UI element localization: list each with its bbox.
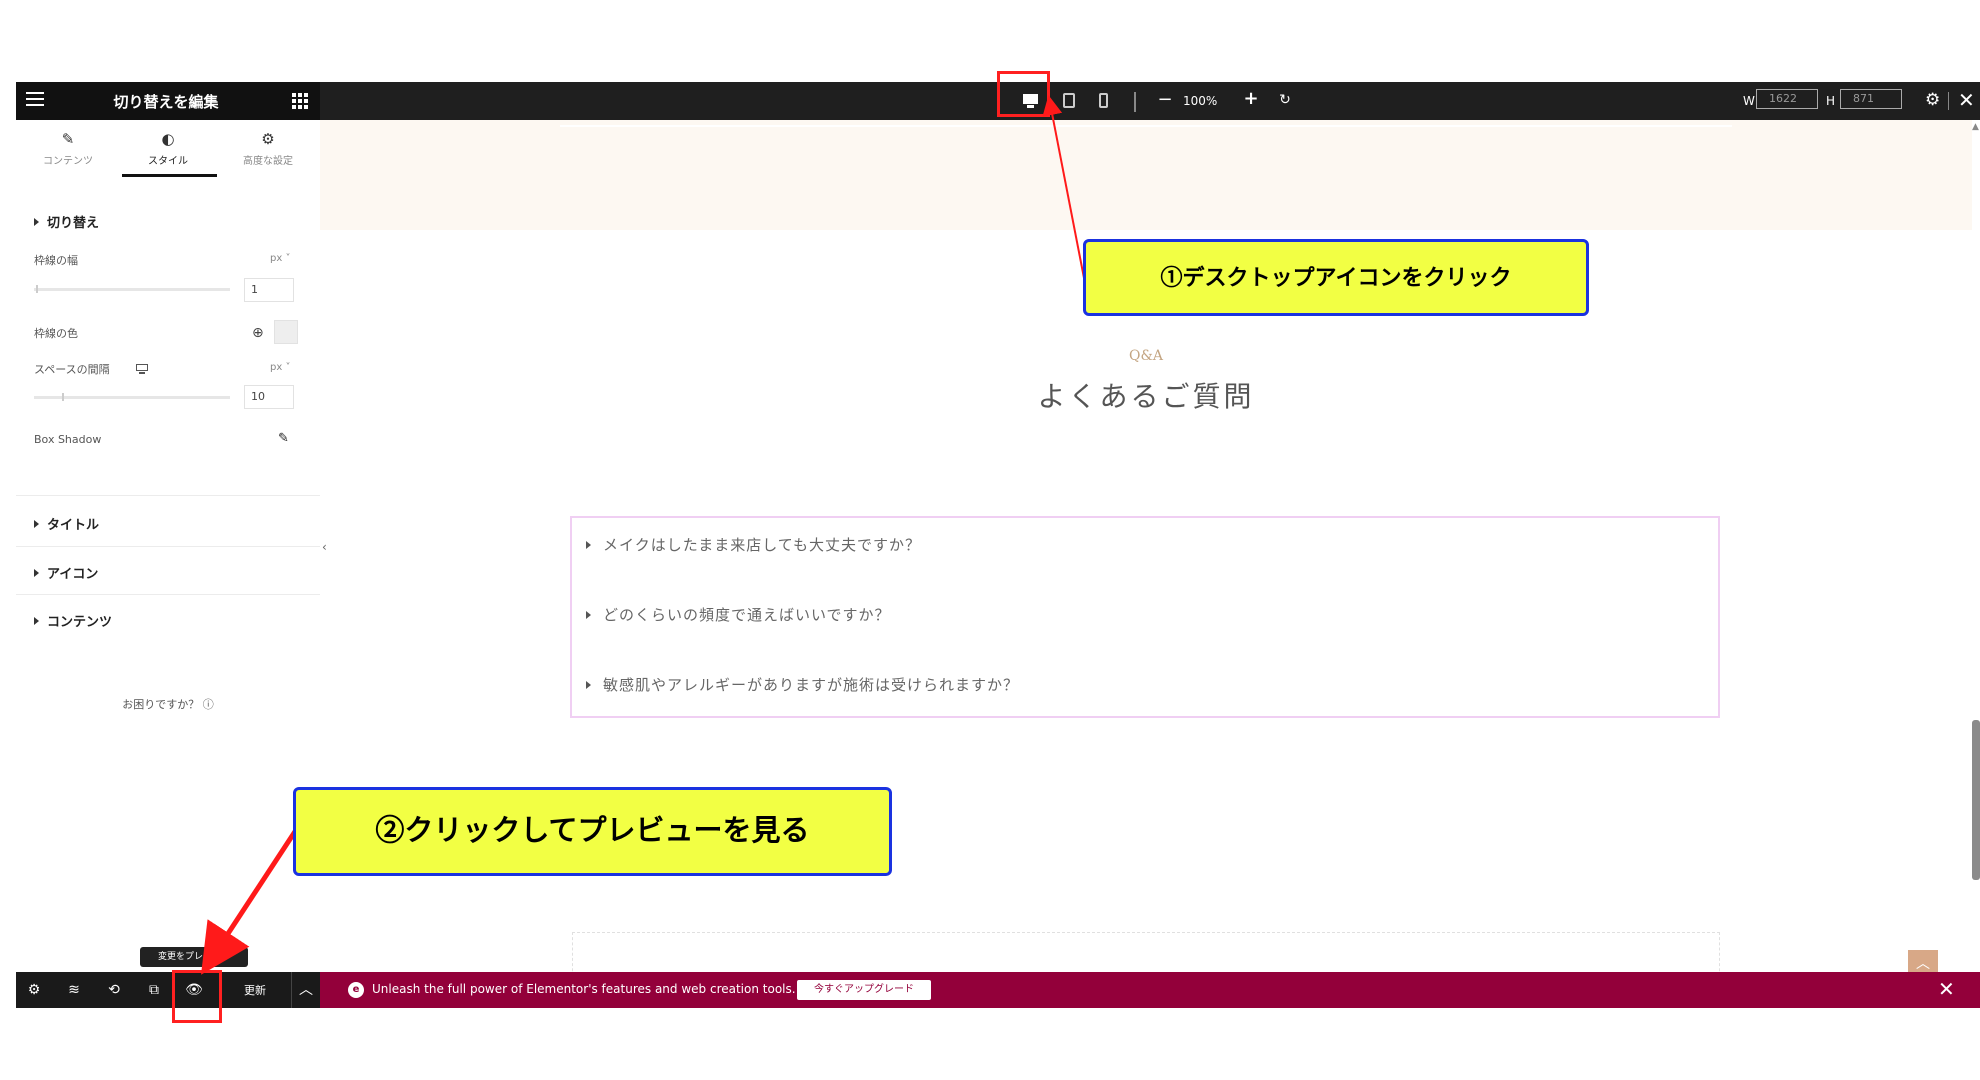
caret-icon bbox=[34, 617, 39, 625]
qa-kicker: Q&A bbox=[1128, 348, 1164, 364]
section-label: 切り替え bbox=[47, 216, 100, 231]
section-label: アイコン bbox=[47, 567, 99, 582]
caret-icon bbox=[586, 611, 591, 619]
width-label: W bbox=[1743, 94, 1755, 108]
divider bbox=[560, 125, 1732, 127]
faq-question: 敏感肌やアレルギーがありますが施術は受けられますか？ bbox=[603, 676, 1020, 694]
globe-icon[interactable]: ⊕ bbox=[252, 325, 264, 341]
promo-banner: e Unleash the full power of Elementor's … bbox=[320, 972, 1980, 1008]
update-button[interactable]: 更新 bbox=[244, 982, 266, 998]
history-icon[interactable]: ⟲ bbox=[104, 980, 124, 1000]
height-input[interactable]: 871 bbox=[1840, 89, 1902, 109]
navigator-icon[interactable]: ≋ bbox=[64, 980, 84, 1000]
border-width-label: 枠線の幅 bbox=[34, 254, 78, 267]
editor-panel: ✎ コンテンツ ◐ スタイル ⚙ 高度な設定 切り替え 枠線の幅 px ˅ 1 … bbox=[16, 120, 320, 972]
close-banner-icon[interactable]: ✕ bbox=[1938, 977, 1955, 1001]
preview-icon-highlight bbox=[172, 970, 222, 1023]
tab-advanced[interactable]: ⚙ 高度な設定 bbox=[218, 130, 318, 167]
caret-icon bbox=[34, 520, 39, 528]
section-title[interactable]: タイトル bbox=[34, 514, 99, 533]
tab-content[interactable]: ✎ コンテンツ bbox=[18, 130, 118, 167]
zoom-level: 100% bbox=[1183, 94, 1218, 108]
settings-icon[interactable]: ⚙ bbox=[24, 980, 44, 1000]
section-label: コンテンツ bbox=[47, 615, 113, 630]
mobile-icon[interactable] bbox=[1094, 91, 1114, 111]
footer-divider bbox=[291, 972, 292, 1008]
section-icon[interactable]: アイコン bbox=[34, 563, 98, 582]
box-shadow-label: Box Shadow bbox=[34, 433, 102, 446]
caret-icon bbox=[34, 569, 39, 577]
panel-footer: ⚙ ≋ ⟲ ⧉ 👁 更新 ︿ bbox=[16, 972, 320, 1008]
callout-preview: ②クリックしてプレビューを見る bbox=[293, 787, 892, 876]
toolbar-divider bbox=[1948, 92, 1949, 110]
caret-icon bbox=[586, 541, 591, 549]
spacing-slider[interactable] bbox=[34, 393, 230, 401]
faq-item[interactable]: メイクはしたまま来店しても大丈夫ですか？ bbox=[586, 534, 921, 555]
edit-box-shadow-icon[interactable]: ✎ bbox=[278, 431, 289, 446]
slider-handle[interactable] bbox=[36, 285, 38, 293]
callout-desktop: ①デスクトップアイコンをクリック bbox=[1083, 239, 1589, 316]
hero-section bbox=[320, 120, 1972, 230]
tab-label: コンテンツ bbox=[43, 156, 93, 167]
zoom-out-button[interactable]: − bbox=[1156, 90, 1174, 110]
border-color-swatch[interactable] bbox=[274, 320, 298, 344]
divider bbox=[16, 495, 320, 496]
faq-item[interactable]: どのくらいの頻度で通えばいいですか？ bbox=[586, 604, 891, 625]
faq-toggle-widget[interactable]: メイクはしたまま来店しても大丈夫ですか？ どのくらいの頻度で通えばいいですか？ … bbox=[570, 516, 1720, 718]
close-icon[interactable]: ✕ bbox=[1958, 88, 1975, 112]
tab-style[interactable]: ◐ スタイル bbox=[118, 130, 218, 167]
promo-text: Unleash the full power of Elementor's fe… bbox=[372, 982, 796, 996]
section-content[interactable]: コンテンツ bbox=[34, 611, 112, 630]
faq-question: どのくらいの頻度で通えばいいですか？ bbox=[603, 606, 891, 624]
qa-heading: よくあるご質問 bbox=[1037, 380, 1255, 413]
border-width-unit[interactable]: px ˅ bbox=[270, 253, 290, 264]
caret-icon bbox=[586, 681, 591, 689]
caret-icon bbox=[34, 218, 39, 226]
menu-icon[interactable] bbox=[26, 92, 44, 110]
panel-tabs: ✎ コンテンツ ◐ スタイル ⚙ 高度な設定 bbox=[16, 120, 320, 178]
zoom-in-button[interactable]: + bbox=[1242, 89, 1260, 109]
width-input[interactable]: 1622 bbox=[1756, 89, 1818, 109]
border-width-input[interactable]: 1 bbox=[244, 278, 294, 302]
desktop-icon-highlight bbox=[997, 71, 1050, 117]
divider bbox=[16, 594, 320, 595]
panel-title: 切り替えを編集 bbox=[113, 93, 219, 111]
collapse-panel-icon[interactable]: ‹ bbox=[322, 540, 327, 554]
panel-header: 切り替えを編集 bbox=[16, 82, 320, 120]
border-width-slider[interactable] bbox=[34, 285, 230, 293]
scrollbar[interactable] bbox=[1972, 720, 1980, 880]
upgrade-button[interactable]: 今すぐアップグレード bbox=[797, 980, 931, 1000]
faq-question: メイクはしたまま来店しても大丈夫ですか？ bbox=[603, 536, 922, 554]
elementor-icon: e bbox=[348, 982, 364, 998]
slider-handle[interactable] bbox=[62, 393, 64, 401]
divider bbox=[16, 546, 320, 547]
pencil-icon: ✎ bbox=[61, 130, 75, 148]
tab-label: スタイル bbox=[148, 156, 188, 167]
monitor-icon[interactable] bbox=[136, 364, 148, 374]
settings-icon[interactable]: ⚙ bbox=[1925, 90, 1940, 110]
preview-tooltip: 変更をプレビュー bbox=[140, 947, 248, 967]
faq-item[interactable]: 敏感肌やアレルギーがありますが施術は受けられますか？ bbox=[586, 674, 1019, 695]
height-label: H bbox=[1826, 94, 1836, 108]
spacing-input[interactable]: 10 bbox=[244, 385, 294, 409]
contrast-icon: ◐ bbox=[161, 130, 175, 148]
chevron-up-icon[interactable]: ︿ bbox=[299, 979, 313, 999]
border-color-label: 枠線の色 bbox=[34, 327, 78, 340]
screen: 切り替えを編集 − 100% + ↻ W 1622 H 871 ⚙ ✕ ✎ コン… bbox=[0, 0, 1980, 1080]
tab-label: 高度な設定 bbox=[243, 156, 293, 167]
spacing-label: スペースの間隔 bbox=[34, 363, 110, 376]
section-label: タイトル bbox=[47, 518, 100, 533]
responsive-mode-icon[interactable]: ⧉ bbox=[144, 980, 164, 1000]
section-toggle[interactable]: 切り替え bbox=[34, 212, 99, 231]
gear-icon: ⚙ bbox=[261, 130, 275, 148]
active-tab-indicator bbox=[122, 174, 217, 177]
toolbar-divider bbox=[1134, 92, 1136, 112]
widgets-grid-icon[interactable] bbox=[292, 93, 308, 109]
zoom-reset-icon[interactable]: ↻ bbox=[1276, 90, 1294, 110]
help-link[interactable]: お困りですか？ ⓘ bbox=[16, 696, 320, 712]
tablet-icon[interactable] bbox=[1060, 91, 1080, 111]
scroll-up-icon[interactable]: ▲ bbox=[1972, 122, 1979, 132]
spacing-unit[interactable]: px ˅ bbox=[270, 362, 290, 373]
